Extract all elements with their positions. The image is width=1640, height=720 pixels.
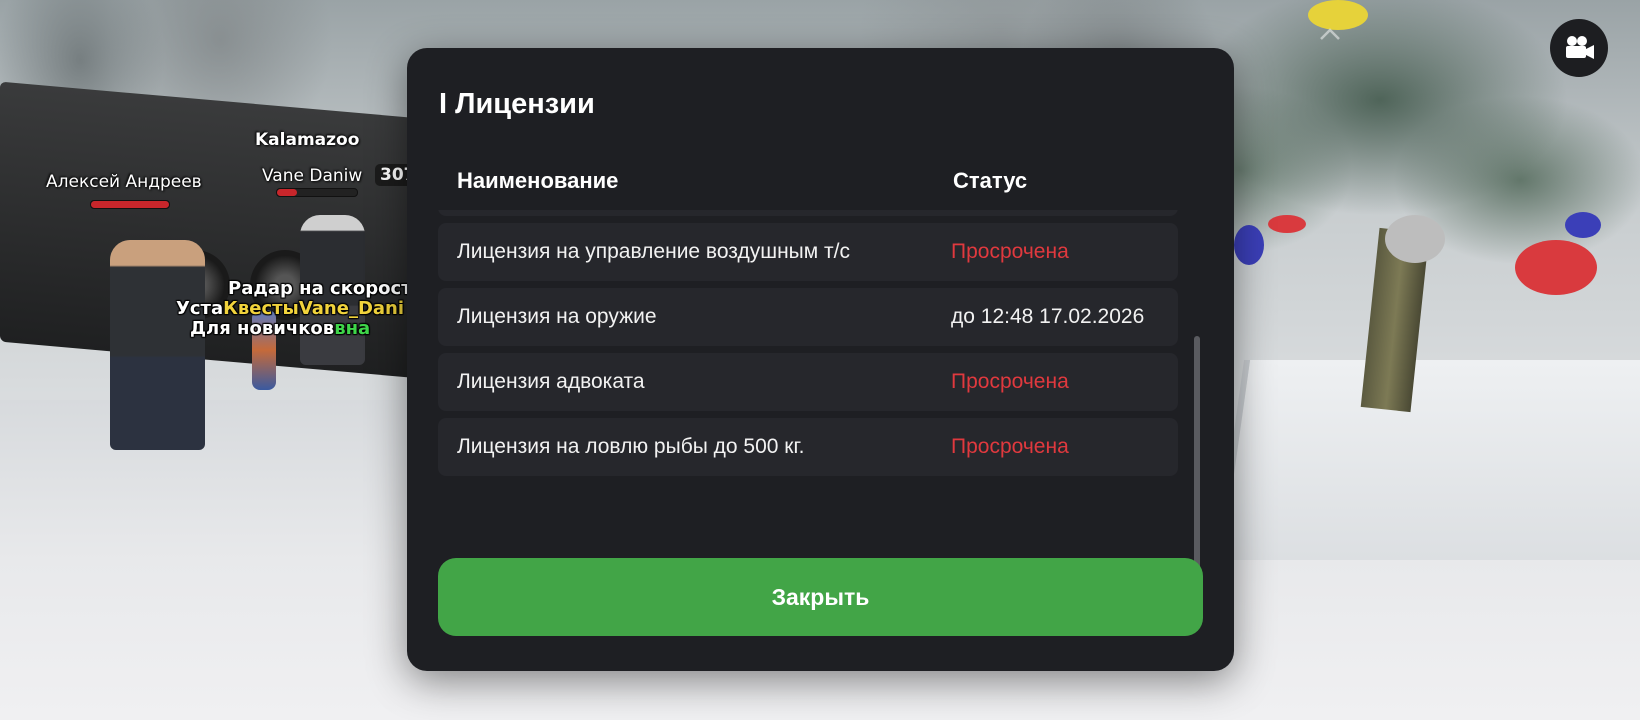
npc-nameplate: Vane Daniw bbox=[262, 166, 363, 186]
column-header-status: Статус bbox=[953, 168, 1028, 193]
overhead-player-text: Vane_Dani bbox=[298, 298, 405, 319]
close-button[interactable]: Закрыть bbox=[438, 558, 1203, 636]
license-name: Лицензия на ловлю рыбы до 500 кг. bbox=[457, 435, 805, 458]
license-status: Просрочена bbox=[951, 210, 1069, 216]
license-row: Лицензия на управление воздушным т/с Прос… bbox=[438, 223, 1178, 281]
tree-ornament bbox=[1565, 212, 1601, 238]
license-status: Просрочена bbox=[951, 240, 1069, 263]
license-status: Просрочена bbox=[951, 370, 1069, 393]
overhead-quests-text: Квесты bbox=[223, 298, 299, 319]
overhead-install-text: Уста bbox=[176, 298, 224, 319]
snow-platform bbox=[1215, 360, 1640, 560]
licenses-list[interactable]: Лицензия на управление морским т/с Просро… bbox=[438, 210, 1198, 570]
npc-health-fill bbox=[277, 189, 297, 196]
list-scrollbar[interactable] bbox=[1194, 336, 1200, 570]
player-nameplate: Алексей Андреев bbox=[46, 172, 202, 192]
license-name: Лицензия на управление воздушным т/с bbox=[457, 240, 850, 263]
license-name: Лицензия на управление морским т/с bbox=[457, 210, 821, 216]
license-row: Лицензия на оружие до 12:48 17.02.2026 bbox=[438, 288, 1178, 346]
camera-button[interactable] bbox=[1550, 19, 1608, 77]
license-row: Лицензия на управление морским т/с Просро… bbox=[438, 210, 1178, 216]
tree-ornament bbox=[1268, 215, 1306, 233]
license-row: Лицензия на ловлю рыбы до 500 кг. Просроч… bbox=[438, 418, 1178, 476]
overhead-green-text: вна bbox=[334, 318, 371, 339]
player-health-fill bbox=[91, 201, 169, 208]
license-name: Лицензия адвоката bbox=[457, 370, 645, 393]
game-scene: Kalamazoo Алексей Андреев Vane Daniw 307… bbox=[0, 0, 1640, 720]
license-name: Лицензия на оружие bbox=[457, 305, 657, 328]
overhead-line-3: Для новичковвна bbox=[190, 318, 370, 339]
modal-title: I Лицензии bbox=[439, 88, 595, 120]
overhead-radar-text: Радар на скорост bbox=[228, 278, 412, 299]
licenses-modal: I Лицензии Наименование Статус Лицензия … bbox=[407, 48, 1234, 671]
vehicle-label: Kalamazoo bbox=[255, 130, 360, 150]
license-status: Просрочена bbox=[951, 435, 1069, 458]
overhead-line-2: УстаКвестыVane_Dani bbox=[176, 298, 404, 319]
column-header-name: Наименование bbox=[457, 168, 619, 193]
tree-ornament bbox=[1234, 225, 1264, 265]
license-row: Лицензия адвоката Просрочена bbox=[438, 353, 1178, 411]
overhead-newbies-text: Для новичков bbox=[190, 318, 335, 339]
player-health-bar bbox=[90, 200, 170, 209]
video-camera-icon bbox=[1566, 36, 1594, 59]
tree-ornament bbox=[1515, 240, 1597, 295]
tree-ornament bbox=[1385, 215, 1445, 263]
npc-health-bar bbox=[276, 188, 358, 197]
license-status: до 12:48 17.02.2026 bbox=[951, 305, 1145, 328]
close-icon bbox=[1320, 28, 1340, 40]
licenses-list-content: Лицензия на управление морским т/с Просро… bbox=[438, 210, 1178, 483]
character-player bbox=[110, 240, 205, 450]
